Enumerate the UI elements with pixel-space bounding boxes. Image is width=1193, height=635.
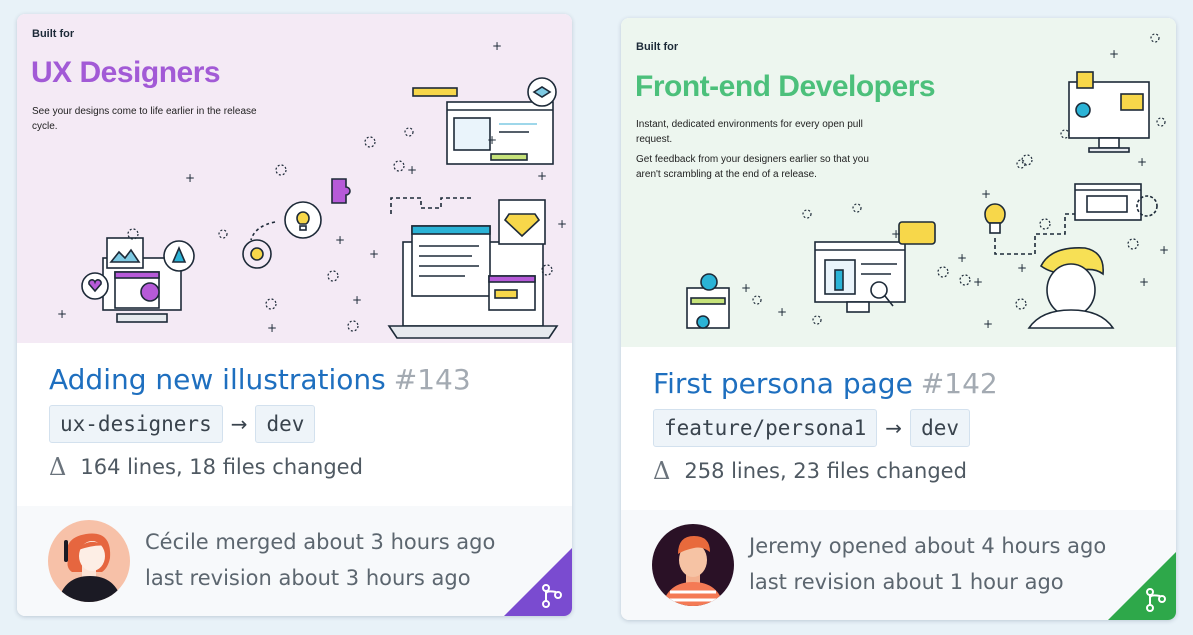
- delta-icon: Δ: [653, 457, 671, 485]
- persona-description: Instant, dedicated environments for ever…: [636, 117, 886, 187]
- svg-text:+: +: [487, 133, 497, 147]
- svg-text:+: +: [1017, 261, 1027, 275]
- activity-text: Cécile merged about 3 hours ago last rev…: [145, 524, 495, 596]
- pr-title[interactable]: Adding new illustrations: [49, 363, 386, 396]
- status-merged-badge: [504, 548, 572, 616]
- status-open-badge: [1108, 552, 1176, 620]
- svg-text:+: +: [983, 317, 993, 331]
- changes-text: 164 lines, 18 files changed: [80, 455, 363, 479]
- changes-text: 258 lines, 23 files changed: [684, 459, 967, 483]
- persona-banner: + + + + + + + + + + + Built for UX Designers Se…: [17, 14, 572, 343]
- persona-title: UX Designers: [31, 56, 221, 89]
- target-branch[interactable]: dev: [910, 409, 970, 447]
- svg-text:+: +: [352, 293, 362, 307]
- svg-text:+: +: [1137, 155, 1147, 169]
- pr-details: Adding new illustrations #143 ux-designer…: [17, 343, 572, 506]
- diff-summary: Δ 258 lines, 23 files changed: [653, 457, 967, 485]
- svg-text:+: +: [267, 321, 277, 335]
- svg-text:+: +: [335, 233, 345, 247]
- svg-text:+: +: [777, 305, 787, 319]
- svg-text:+: +: [1139, 275, 1149, 289]
- pr-number: #143: [393, 363, 471, 396]
- activity-revision: last revision about 3 hours ago: [145, 566, 471, 590]
- pr-title[interactable]: First persona page: [653, 367, 913, 400]
- persona-banner: + + + + + + + + + + + + Built for Front-end Deve…: [621, 18, 1176, 347]
- pr-title-link[interactable]: First persona page #142: [653, 367, 998, 400]
- svg-text:+: +: [741, 281, 751, 295]
- branch-flow: feature/persona1 → dev: [653, 409, 970, 447]
- svg-text:+: +: [1109, 47, 1119, 61]
- pr-details: First persona page #142 feature/persona1 …: [621, 347, 1176, 510]
- built-for-label: Built for: [32, 28, 75, 40]
- persona-title: Front-end Developers: [635, 70, 936, 103]
- description-line: Instant, dedicated environments for ever…: [636, 119, 863, 145]
- svg-text:+: +: [557, 217, 567, 231]
- activity-text: Jeremy opened about 4 hours ago last rev…: [749, 528, 1106, 600]
- pr-activity: Jeremy opened about 4 hours ago last rev…: [621, 510, 1176, 620]
- svg-text:+: +: [185, 171, 195, 185]
- svg-text:+: +: [369, 247, 379, 261]
- persona-description: See your designs come to life earlier in…: [32, 104, 282, 139]
- svg-text:+: +: [981, 187, 991, 201]
- description-line: See your designs come to life earlier in…: [32, 106, 257, 132]
- svg-text:+: +: [492, 39, 502, 53]
- svg-text:+: +: [57, 307, 67, 321]
- pr-number: #142: [920, 367, 998, 400]
- svg-text:+: +: [957, 251, 967, 265]
- svg-text:+: +: [973, 275, 983, 289]
- source-branch[interactable]: ux-designers: [49, 405, 223, 443]
- svg-text:+: +: [1159, 243, 1169, 257]
- activity-event: Jeremy opened about 4 hours ago: [749, 534, 1107, 558]
- man-avatar-icon[interactable]: [652, 524, 734, 606]
- pr-card-frontend-developers[interactable]: + + + + + + + + + + + + Built for Front-end Deve…: [621, 18, 1176, 620]
- svg-text:+: +: [537, 169, 547, 183]
- target-branch[interactable]: dev: [255, 405, 316, 443]
- activity-revision: last revision about 1 hour ago: [749, 570, 1064, 594]
- description-line: Get feedback from your designers earlier…: [636, 154, 869, 180]
- activity-event: Cécile merged about 3 hours ago: [145, 530, 496, 554]
- branch-flow: ux-designers → dev: [49, 405, 316, 443]
- arrow-right-icon: →: [885, 416, 903, 440]
- diff-summary: Δ 164 lines, 18 files changed: [49, 453, 363, 481]
- woman-avatar-icon[interactable]: [48, 520, 130, 602]
- pr-activity: Cécile merged about 3 hours ago last rev…: [17, 506, 572, 616]
- pr-title-link[interactable]: Adding new illustrations #143: [49, 363, 471, 396]
- svg-text:+: +: [891, 227, 901, 241]
- svg-text:+: +: [407, 163, 417, 177]
- built-for-label: Built for: [636, 41, 679, 53]
- delta-icon: Δ: [49, 453, 67, 481]
- arrow-right-icon: →: [230, 412, 248, 436]
- source-branch[interactable]: feature/persona1: [653, 409, 878, 447]
- pr-card-ux-designers[interactable]: + + + + + + + + + + + Built for UX Designers Se…: [17, 14, 572, 616]
